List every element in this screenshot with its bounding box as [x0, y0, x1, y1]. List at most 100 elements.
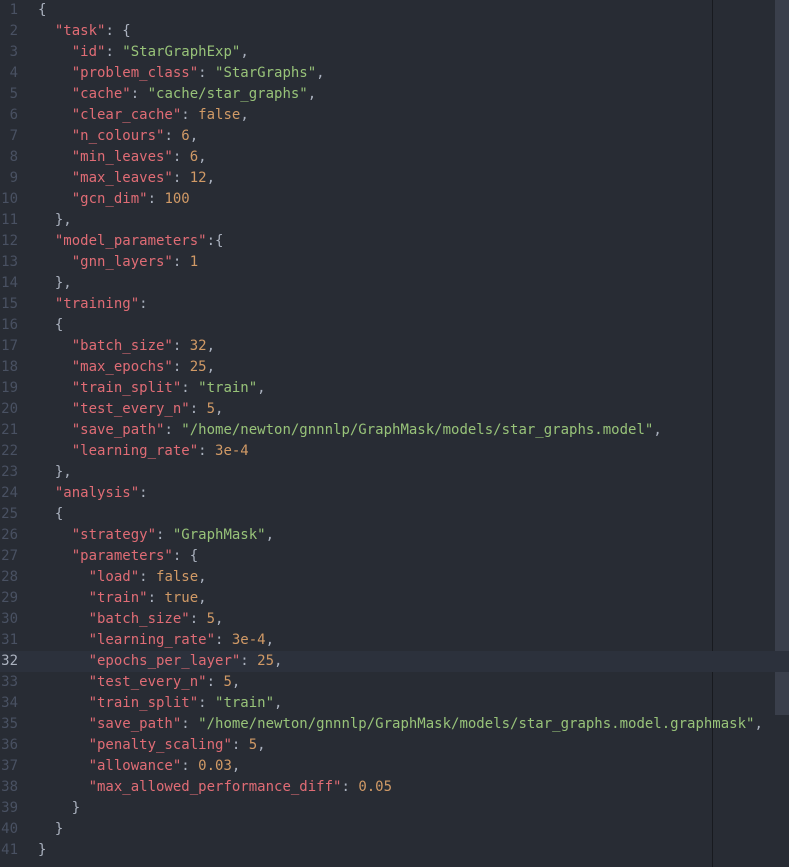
- code-line[interactable]: "problem_class": "StarGraphs",: [38, 63, 789, 84]
- code-line[interactable]: "analysis":: [38, 483, 789, 504]
- code-line[interactable]: "gnn_layers": 1: [38, 252, 789, 273]
- code-line[interactable]: },: [38, 210, 789, 231]
- json-punct: ,: [754, 716, 762, 732]
- json-punct: ,: [240, 107, 248, 123]
- json-string: "train": [215, 695, 274, 711]
- code-line[interactable]: "min_leaves": 6,: [38, 147, 789, 168]
- json-punct: :: [173, 170, 190, 186]
- code-line[interactable]: "batch_size": 32,: [38, 336, 789, 357]
- code-editor[interactable]: 1234567891011121314151617181920212223242…: [0, 0, 789, 861]
- code-line[interactable]: },: [38, 462, 789, 483]
- code-line[interactable]: "gcn_dim": 100: [38, 189, 789, 210]
- code-line[interactable]: "test_every_n": 5,: [38, 399, 789, 420]
- code-line[interactable]: "learning_rate": 3e-4: [38, 441, 789, 462]
- json-punct: ,: [198, 149, 206, 165]
- code-line[interactable]: "batch_size": 5,: [38, 609, 789, 630]
- json-key: "train_split": [89, 695, 199, 711]
- line-number: 24: [0, 483, 18, 504]
- json-string: "StarGraphs": [215, 65, 316, 81]
- json-punct: ,: [190, 128, 198, 144]
- code-line[interactable]: "test_every_n": 5,: [38, 672, 789, 693]
- code-line[interactable]: "training":: [38, 294, 789, 315]
- json-punct: :: [181, 716, 198, 732]
- code-line[interactable]: "clear_cache": false,: [38, 105, 789, 126]
- json-number: false: [156, 569, 198, 585]
- code-line[interactable]: {: [38, 504, 789, 525]
- json-punct: ,: [308, 86, 316, 102]
- line-number: 21: [0, 420, 18, 441]
- code-line[interactable]: "penalty_scaling": 5,: [38, 735, 789, 756]
- json-string: "/home/newton/gnnnlp/GraphMask/models/st…: [181, 422, 653, 438]
- code-line[interactable]: {: [38, 0, 789, 21]
- json-string: "/home/newton/gnnnlp/GraphMask/models/st…: [198, 716, 754, 732]
- json-punct: {: [55, 317, 63, 333]
- json-key: "learning_rate": [72, 443, 198, 459]
- code-line[interactable]: "save_path": "/home/newton/gnnnlp/GraphM…: [38, 420, 789, 441]
- json-punct: ,: [266, 527, 274, 543]
- json-punct: :: [198, 443, 215, 459]
- code-line[interactable]: }: [38, 819, 789, 840]
- json-key: "penalty_scaling": [89, 737, 232, 753]
- json-punct: ,: [198, 590, 206, 606]
- code-line[interactable]: "id": "StarGraphExp",: [38, 42, 789, 63]
- json-punct: }: [38, 842, 46, 858]
- json-punct: :: [190, 401, 207, 417]
- json-string: "StarGraphExp": [122, 44, 240, 60]
- json-punct: :: [173, 254, 190, 270]
- json-number: 5: [223, 674, 231, 690]
- code-line[interactable]: "task": {: [38, 21, 789, 42]
- code-line[interactable]: "save_path": "/home/newton/gnnnlp/GraphM…: [38, 714, 789, 735]
- line-number: 30: [0, 609, 18, 630]
- json-key: "train": [89, 590, 148, 606]
- json-punct: :{: [207, 233, 224, 249]
- code-line[interactable]: "model_parameters":{: [38, 231, 789, 252]
- code-line[interactable]: "parameters": {: [38, 546, 789, 567]
- code-line[interactable]: {: [38, 315, 789, 336]
- code-line[interactable]: "max_allowed_performance_diff": 0.05: [38, 777, 789, 798]
- code-line[interactable]: "strategy": "GraphMask",: [38, 525, 789, 546]
- line-number: 17: [0, 336, 18, 357]
- code-line[interactable]: "n_colours": 6,: [38, 126, 789, 147]
- json-punct: {: [55, 506, 63, 522]
- line-number: 29: [0, 588, 18, 609]
- json-number: 3e-4: [232, 632, 266, 648]
- line-number: 37: [0, 756, 18, 777]
- code-line[interactable]: "allowance": 0.03,: [38, 756, 789, 777]
- code-line[interactable]: "train_split": "train",: [38, 693, 789, 714]
- code-line[interactable]: "train_split": "train",: [38, 378, 789, 399]
- json-punct: :: [198, 65, 215, 81]
- line-number: 2: [0, 21, 18, 42]
- json-punct: ,: [266, 632, 274, 648]
- json-punct: :: [341, 779, 358, 795]
- code-line[interactable]: "cache": "cache/star_graphs",: [38, 84, 789, 105]
- json-punct: ,: [274, 695, 282, 711]
- json-punct: :: [148, 590, 165, 606]
- json-punct: :: [207, 674, 224, 690]
- json-punct: :: [139, 485, 147, 501]
- code-line[interactable]: "epochs_per_layer": 25,: [38, 651, 789, 672]
- json-number: 12: [190, 170, 207, 186]
- code-line[interactable]: "max_epochs": 25,: [38, 357, 789, 378]
- json-punct: :: [215, 632, 232, 648]
- json-key: "learning_rate": [89, 632, 215, 648]
- line-number: 26: [0, 525, 18, 546]
- json-key: "cache": [72, 86, 131, 102]
- line-number: 10: [0, 189, 18, 210]
- json-punct: ,: [316, 65, 324, 81]
- code-area[interactable]: { "task": { "id": "StarGraphExp", "probl…: [22, 0, 789, 861]
- code-line[interactable]: "learning_rate": 3e-4,: [38, 630, 789, 651]
- line-number: 4: [0, 63, 18, 84]
- json-key: "test_every_n": [89, 674, 207, 690]
- code-line[interactable]: "load": false,: [38, 567, 789, 588]
- code-line[interactable]: "max_leaves": 12,: [38, 168, 789, 189]
- json-key: "gnn_layers": [72, 254, 173, 270]
- line-number: 27: [0, 546, 18, 567]
- code-line[interactable]: }: [38, 798, 789, 819]
- code-line[interactable]: "train": true,: [38, 588, 789, 609]
- code-line[interactable]: },: [38, 273, 789, 294]
- code-line[interactable]: }: [38, 840, 789, 861]
- json-punct: :: [148, 191, 165, 207]
- json-number: 1: [190, 254, 198, 270]
- json-punct: ,: [207, 338, 215, 354]
- json-punct: ,: [274, 653, 282, 669]
